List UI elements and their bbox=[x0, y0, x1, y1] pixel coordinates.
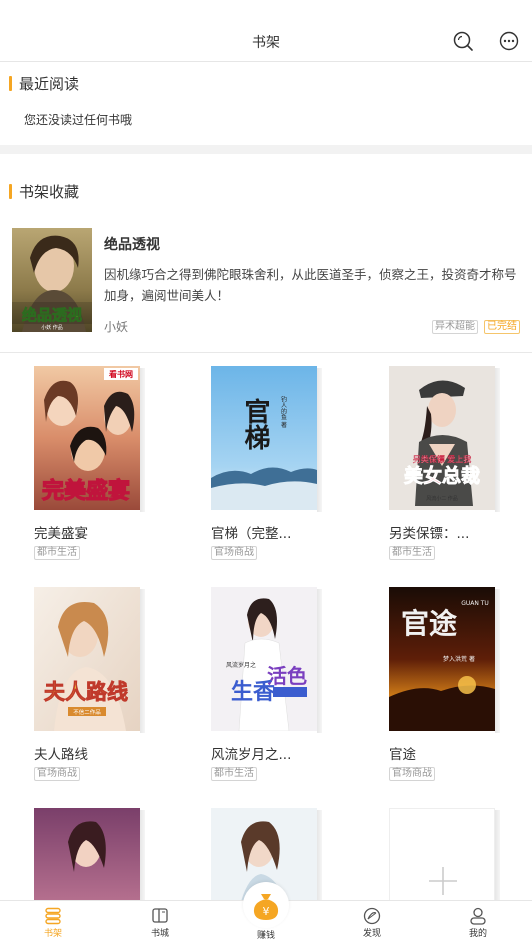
book-genre-tag: 都市生活 bbox=[34, 546, 80, 560]
book-cover[interactable]: 另类保镖 爱上我 美女总裁 风流小二 作品 bbox=[389, 366, 495, 510]
book-title[interactable]: 完美盛宴 bbox=[34, 522, 88, 542]
svg-text:GUAN TU: GUAN TU bbox=[461, 600, 489, 607]
svg-text:风流小二 作品: 风流小二 作品 bbox=[426, 495, 458, 502]
shelf-section-title: 书架收藏 bbox=[19, 182, 80, 201]
featured-cover-title: 绝品透视 bbox=[22, 306, 82, 324]
book-title[interactable]: 另类保镖：... bbox=[389, 522, 469, 542]
book-icon bbox=[152, 908, 168, 923]
nav-discover[interactable]: 发现 bbox=[342, 901, 402, 944]
cover-title: 美女总裁 bbox=[404, 464, 480, 487]
svg-text:另类保镖 爱上我: 另类保镖 爱上我 bbox=[413, 454, 472, 464]
book-genre-tag: 都市生活 bbox=[389, 546, 435, 560]
book-title[interactable]: 官途 bbox=[389, 743, 416, 763]
section-accent-bar bbox=[9, 183, 12, 199]
user-icon bbox=[470, 907, 486, 925]
book-item[interactable]: 官途 GUAN TU 梦入洪荒 著 官途 官场商战 bbox=[389, 587, 509, 781]
nav-label: 发现 bbox=[362, 929, 381, 939]
compass-icon bbox=[363, 907, 381, 925]
nav-me[interactable]: 我的 bbox=[448, 901, 508, 944]
featured-cover-sub: 小妖 作品 bbox=[41, 324, 63, 331]
section-divider bbox=[0, 145, 532, 154]
book-cover[interactable]: 风流岁月之 活色 生香 bbox=[211, 587, 317, 731]
book-item[interactable]: 另类保镖 爱上我 美女总裁 风流小二 作品 另类保镖：... 都市生活 bbox=[389, 366, 509, 560]
svg-text:不信二作品: 不信二作品 bbox=[73, 708, 101, 716]
svg-text:¥: ¥ bbox=[263, 905, 270, 918]
search-icon[interactable] bbox=[452, 30, 474, 52]
book-cover[interactable]: 看书网 完美盛宴 bbox=[34, 366, 140, 510]
book-cover[interactable]: 夫人路线 不信二作品 bbox=[34, 587, 140, 731]
book-cover[interactable]: 官梯 钓人的鱼 著 bbox=[211, 366, 317, 510]
book-item[interactable]: 风流岁月之 活色 生香 风流岁月之... 都市生活 bbox=[211, 587, 331, 781]
featured-book[interactable]: 绝品透视 小妖 作品 绝品透视 因机缘巧合之得到佛陀眼珠舍利，从此医道圣手，侦察… bbox=[0, 220, 532, 340]
svg-text:钓人的鱼 著: 钓人的鱼 著 bbox=[280, 395, 287, 429]
svg-text:梦入洪荒 著: 梦入洪荒 著 bbox=[443, 655, 475, 663]
book-genre-tag: 都市生活 bbox=[211, 767, 257, 781]
divider-line bbox=[0, 352, 532, 353]
section-accent-bar bbox=[9, 75, 12, 91]
book-title[interactable]: 风流岁月之... bbox=[211, 743, 291, 763]
book-genre-tag: 官场商战 bbox=[211, 546, 257, 560]
book-item[interactable]: 夫人路线 不信二作品 夫人路线 官场商战 bbox=[34, 587, 154, 781]
recent-empty-text: 您还没读过任何书哦 bbox=[24, 113, 133, 127]
more-icon[interactable] bbox=[498, 30, 520, 52]
recent-section-header: 最近阅读 bbox=[0, 73, 79, 93]
cover-title: 完美盛宴 bbox=[42, 478, 130, 504]
nav-label: 赚钱 bbox=[256, 931, 275, 941]
featured-book-description: 因机缘巧合之得到佛陀眼珠舍利，从此医道圣手，侦察之王，投资奇才称号加身，遍阅世间… bbox=[104, 267, 517, 303]
nav-label: 我的 bbox=[468, 929, 487, 939]
cover-title: 夫人路线 bbox=[44, 679, 128, 704]
cover-title: 官途 bbox=[401, 607, 458, 640]
book-genre-tag: 官场商战 bbox=[389, 767, 435, 781]
nav-label: 书架 bbox=[43, 929, 62, 939]
book-item[interactable]: 官梯 钓人的鱼 著 官梯（完整... 官场商战 bbox=[211, 366, 331, 560]
shelf-section-header: 书架收藏 bbox=[0, 181, 79, 201]
genre-tag: 异术超能 bbox=[432, 320, 478, 334]
nav-bookstore[interactable]: 书城 bbox=[130, 901, 190, 944]
featured-book-title[interactable]: 绝品透视 bbox=[104, 234, 160, 254]
book-cover[interactable]: 官途 GUAN TU 梦入洪荒 著 bbox=[389, 587, 495, 731]
svg-text:风流岁月之: 风流岁月之 bbox=[226, 661, 256, 669]
featured-book-cover[interactable]: 绝品透视 小妖 作品 bbox=[12, 228, 92, 332]
book-title[interactable]: 夫人路线 bbox=[34, 743, 88, 763]
cover-title: 官梯 bbox=[240, 397, 270, 450]
nav-label: 书城 bbox=[150, 929, 169, 939]
nav-bookshelf[interactable]: 书架 bbox=[23, 901, 83, 944]
featured-book-author: 小妖 bbox=[104, 320, 129, 334]
book-genre-tag: 官场商战 bbox=[34, 767, 80, 781]
cover-title: 生香 bbox=[231, 679, 275, 705]
book-title[interactable]: 官梯（完整... bbox=[211, 522, 291, 542]
status-tag: 已完结 bbox=[484, 320, 520, 334]
top-bar: 书架 bbox=[0, 0, 532, 62]
recent-section-title: 最近阅读 bbox=[19, 74, 80, 93]
svg-text:看书网: 看书网 bbox=[108, 369, 133, 379]
bookshelf-icon bbox=[45, 907, 61, 925]
money-bag-icon[interactable]: ¥ bbox=[251, 890, 281, 922]
book-item[interactable]: 看书网 完美盛宴 完美盛宴 都市生活 bbox=[34, 366, 154, 560]
